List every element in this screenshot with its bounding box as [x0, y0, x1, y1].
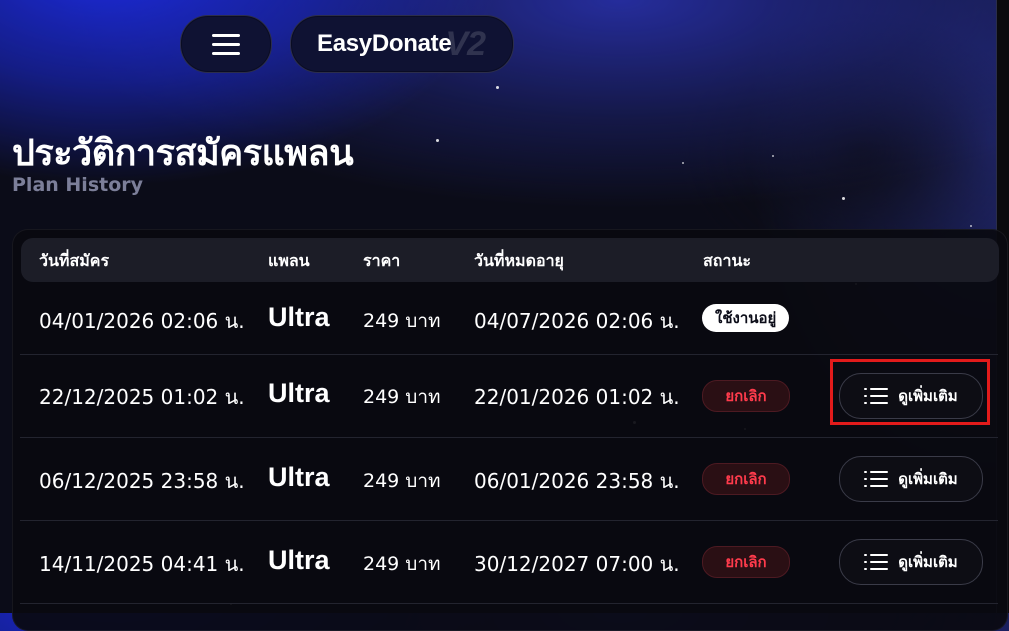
plan-name: Ultra	[268, 302, 330, 332]
page-title: ประวัติการสมัครแพลน	[12, 133, 354, 174]
price: 249 บาท	[363, 310, 441, 332]
price: 249 บาท	[363, 470, 441, 492]
list-icon	[864, 553, 889, 571]
star-decoration	[682, 162, 684, 164]
expiry-date: 22/01/2026 01:02 น.	[474, 385, 680, 409]
start-date: 14/11/2025 04:41 น.	[39, 552, 245, 576]
star-decoration	[772, 155, 774, 157]
brand-version: V2	[445, 24, 486, 63]
star-decoration	[436, 139, 439, 142]
status-badge-cancelled: ยกเลิก	[702, 380, 790, 412]
star-decoration	[496, 86, 499, 89]
column-header-plan: แพลน	[268, 251, 310, 270]
start-date: 04/01/2026 02:06 น.	[39, 309, 245, 333]
menu-button[interactable]	[180, 15, 272, 73]
page-subtitle: Plan History	[12, 174, 144, 196]
view-more-label: ดูเพิ่มเติม	[898, 470, 958, 488]
start-date: 22/12/2025 01:02 น.	[39, 385, 245, 409]
plan-name: Ultra	[268, 545, 330, 575]
plan-name: Ultra	[268, 462, 330, 492]
brand-name: EasyDonate	[317, 30, 452, 57]
start-date: 06/12/2025 23:58 น.	[39, 469, 245, 493]
view-more-label: ดูเพิ่มเติม	[898, 553, 958, 571]
expiry-date: 30/12/2027 07:00 น.	[474, 552, 680, 576]
plan-name: Ultra	[268, 378, 330, 408]
expiry-date: 06/01/2026 23:58 น.	[474, 469, 680, 493]
brand-logo[interactable]: EasyDonate V2	[290, 15, 514, 73]
status-badge-cancelled: ยกเลิก	[702, 546, 790, 578]
highlight-box	[830, 359, 990, 425]
hamburger-menu-icon	[212, 28, 240, 61]
column-header-status: สถานะ	[703, 251, 751, 270]
column-header-expiry-date: วันที่หมดอายุ	[474, 251, 564, 270]
expiry-date: 04/07/2026 02:06 น.	[474, 309, 680, 333]
status-badge-cancelled: ยกเลิก	[702, 463, 790, 495]
list-icon	[864, 470, 889, 488]
view-more-button[interactable]: ดูเพิ่มเติม	[839, 456, 983, 502]
price: 249 บาท	[363, 553, 441, 575]
price: 249 บาท	[363, 386, 441, 408]
view-more-button[interactable]: ดูเพิ่มเติม	[839, 539, 983, 585]
column-header-price: ราคา	[363, 251, 401, 270]
star-decoration	[970, 225, 972, 227]
status-badge-active: ใช้งานอยู่	[702, 304, 790, 332]
column-header-start-date: วันที่สมัคร	[39, 251, 110, 270]
star-decoration	[842, 197, 845, 200]
